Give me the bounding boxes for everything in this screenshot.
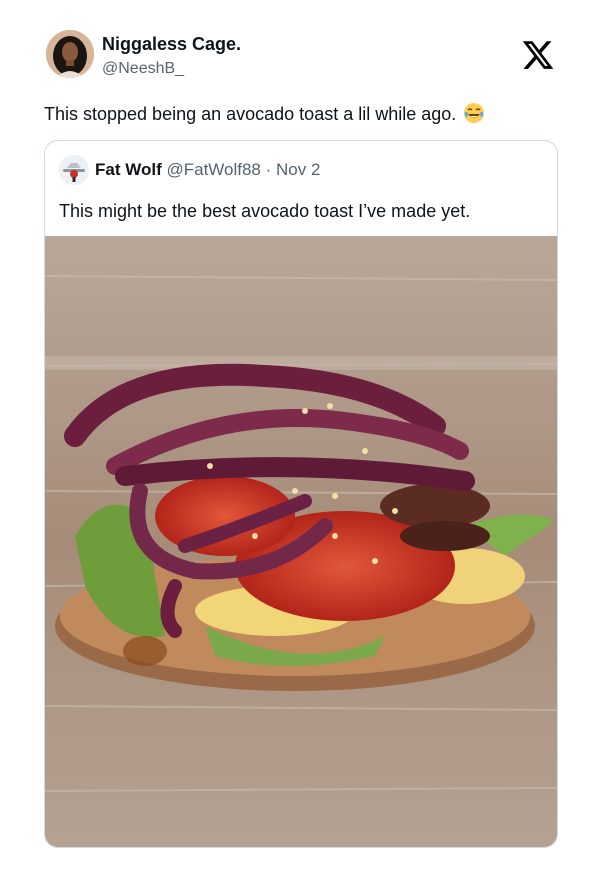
- x-logo-icon[interactable]: [520, 38, 556, 72]
- tweet-text: This stopped being an avocado toast a li…: [44, 102, 564, 126]
- quoted-author-handle[interactable]: @FatWolf88: [166, 160, 260, 179]
- header-separator: ·: [265, 160, 272, 179]
- tweet-text-content: This stopped being an avocado toast a li…: [44, 104, 457, 124]
- quoted-tweet-header: Fat Wolf @FatWolf88 · Nov 2: [95, 160, 320, 180]
- quoted-tweet-date[interactable]: Nov 2: [276, 160, 320, 179]
- author-handle[interactable]: @NeeshB_: [102, 60, 184, 78]
- quoted-tweet[interactable]: Fat Wolf @FatWolf88 · Nov 2 This might b…: [44, 140, 558, 848]
- tweet-card: Niggaless Cage. @NeeshB_ This stopped be…: [0, 0, 599, 876]
- author-avatar[interactable]: [46, 30, 94, 78]
- face-with-tears-of-joy-emoji: [463, 102, 485, 124]
- quoted-tweet-photo[interactable]: [45, 236, 557, 847]
- author-display-name[interactable]: Niggaless Cage.: [102, 34, 241, 55]
- quoted-author-name[interactable]: Fat Wolf: [95, 160, 162, 179]
- quoted-tweet-text: This might be the best avocado toast I’v…: [59, 201, 471, 221]
- quoted-author-avatar[interactable]: [59, 155, 89, 185]
